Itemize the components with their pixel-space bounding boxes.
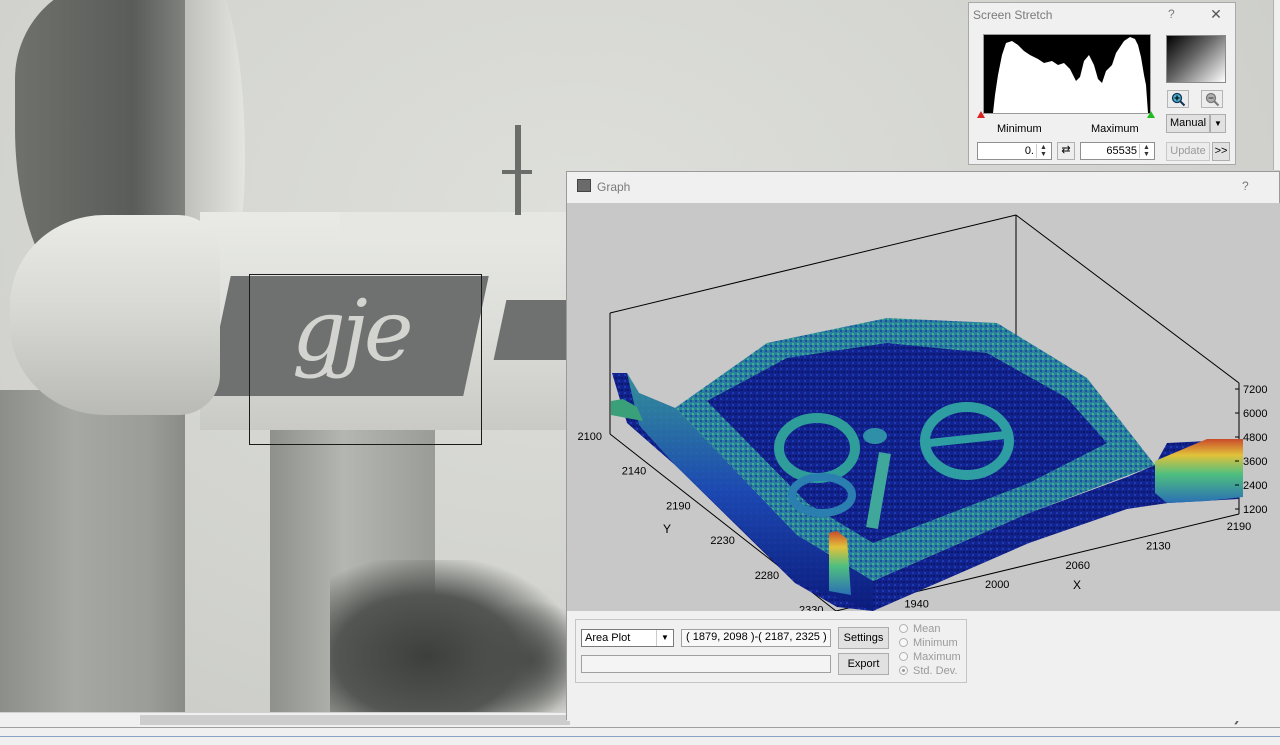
minimum-label: Minimum [997,123,1042,135]
x-tick-label: 2130 [1146,540,1170,552]
x-tick-label: 1940 [904,599,928,611]
right-window-edge [1273,0,1280,170]
more-button[interactable]: >> [1212,142,1230,161]
y-tick-label: 2280 [755,570,779,582]
plot-type-select[interactable]: Area Plot ▼ [581,629,674,647]
spinner-icon[interactable]: ▲ ▼ [1139,144,1153,158]
spinner-icon[interactable]: ▲ ▼ [1036,144,1050,158]
update-button[interactable]: Update [1166,142,1210,161]
x-tick-label: 2060 [1066,560,1090,572]
radio-dot[interactable] [899,624,908,633]
screen-stretch-window: Screen Stretch ? ✕ Manual ▼ Minimum Maxi… [968,2,1236,165]
status-bar [0,727,1280,745]
plot-type-value: Area Plot [585,632,631,644]
window-title: Screen Stretch [973,8,1053,22]
surface-mesh [611,318,1243,611]
window-title: Graph [597,180,631,194]
maximum-field[interactable]: 65535 ▲ ▼ [1080,142,1155,160]
y-tick-label: 2100 [578,431,602,443]
export-button[interactable]: Export [838,653,889,675]
scrollbar-thumb[interactable] [140,715,570,725]
close-icon[interactable]: ✕ [1205,5,1227,23]
z-tick-label: 3600 [1243,456,1267,468]
surface-plot[interactable]: 1200 2400 3600 4800 6000 7200 2100 2140 2190 223… [567,203,1280,611]
info-field[interactable] [581,655,831,673]
histogram[interactable] [983,34,1151,114]
radio-dot[interactable] [899,652,908,661]
help-button[interactable]: ? [1242,179,1249,193]
radio-std-dev[interactable]: Std. Dev. [899,665,957,679]
turbine-blade-lower [0,390,185,712]
coordinates-field: ( 1879, 2098 )-( 2187, 2325 ) [681,629,831,647]
radio-label: Minimum [913,637,958,649]
z-tick-label: 4800 [1243,432,1267,444]
x-tick-label: 2000 [985,579,1009,591]
status-divider [0,736,1280,737]
z-tick-label: 6000 [1243,408,1267,420]
graph-window: Graph ? 1200 2400 3600 4800 6000 7200 21… [566,171,1280,721]
x-tick-label: 2190 [1227,521,1251,533]
y-tick-label: 2140 [622,466,646,478]
mode-select[interactable]: Manual [1166,114,1210,133]
chevron-down-icon[interactable]: ▼ [656,630,673,646]
help-button[interactable]: ? [1168,7,1175,21]
graph-window-icon [577,179,591,192]
z-tick-label: 2400 [1243,480,1267,492]
y-axis-label: Y [663,522,671,536]
y-tick-label: 2190 [666,500,690,512]
chevron-down-icon[interactable]: ▼ [1210,114,1226,133]
radio-label: Maximum [913,651,961,663]
nacelle-roof [340,212,580,246]
maximum-value: 65535 [1106,145,1137,157]
radio-mean[interactable]: Mean [899,623,941,637]
minimum-field[interactable]: 0. ▲ ▼ [977,142,1052,160]
radio-minimum[interactable]: Minimum [899,637,958,651]
radio-label: Mean [913,623,941,635]
y-tick-label: 2230 [710,535,734,547]
mast-bar [502,170,532,174]
swap-icon[interactable]: ⇄ [1057,142,1075,160]
radio-dot[interactable] [899,638,908,647]
turbine-hub [10,215,220,415]
z-tick-label: 1200 [1243,504,1267,516]
minimum-value: 0. [1024,145,1034,157]
zoom-out-icon[interactable] [1201,90,1223,108]
x-axis-label: X [1073,578,1081,592]
zoom-in-icon[interactable] [1167,90,1189,108]
graph-controls: Area Plot ▼ ( 1879, 2098 )-( 2187, 2325 … [567,611,1280,721]
radio-label: Std. Dev. [913,665,958,677]
radio-maximum[interactable]: Maximum [899,651,961,665]
radio-dot[interactable] [899,666,908,675]
min-marker-icon[interactable] [977,111,985,118]
stretch-preview [1166,35,1226,83]
max-marker-icon[interactable] [1147,111,1155,118]
settings-button[interactable]: Settings [838,627,889,649]
z-tick-label: 7200 [1243,384,1267,396]
region-of-interest-box[interactable] [249,274,482,445]
maximum-label: Maximum [1091,123,1139,135]
